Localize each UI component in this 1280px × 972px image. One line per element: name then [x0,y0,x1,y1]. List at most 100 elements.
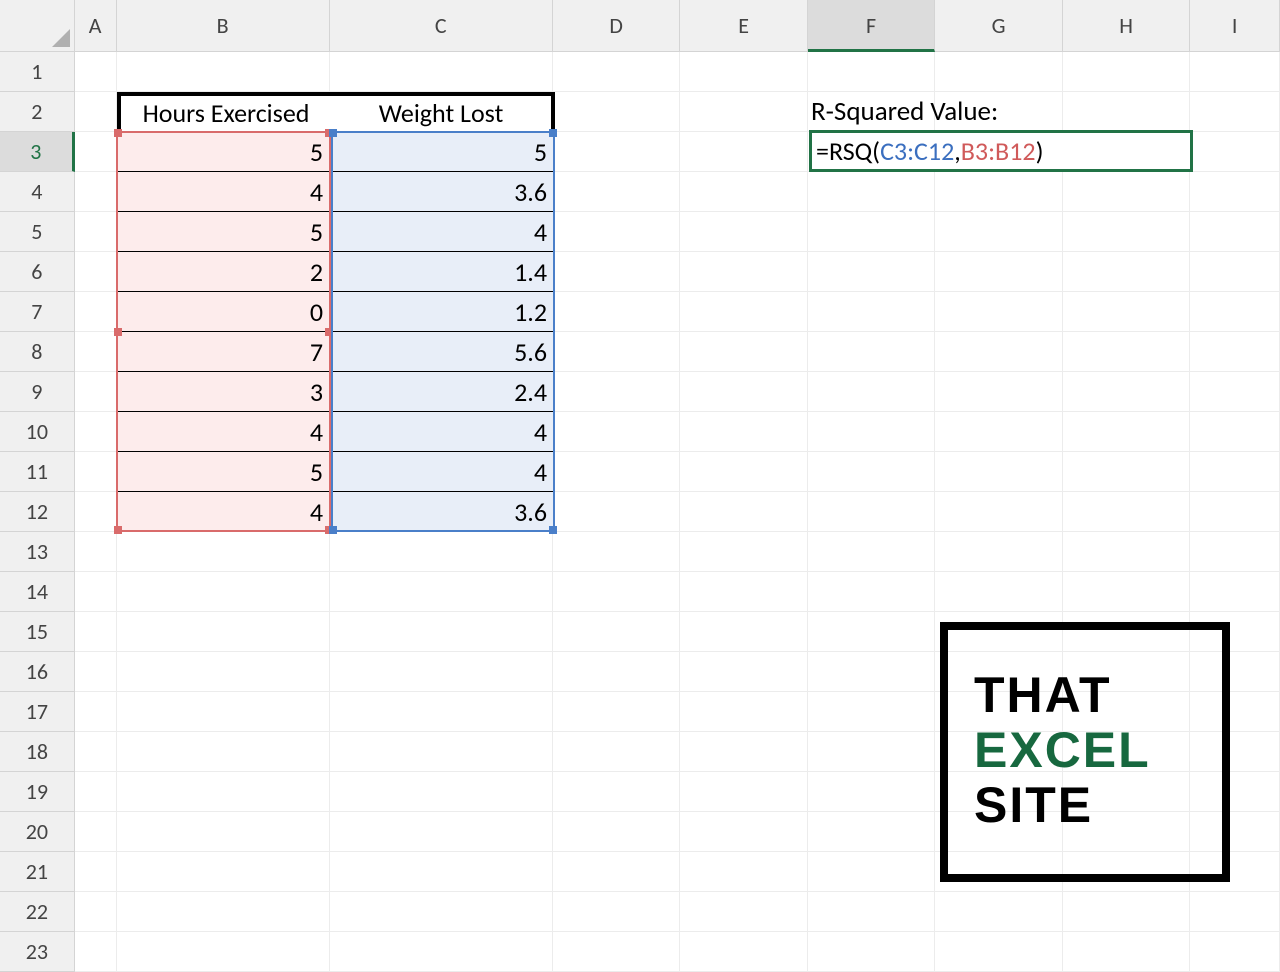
cell[interactable] [553,172,681,212]
cell[interactable] [553,52,681,92]
cell[interactable] [935,572,1063,612]
cell[interactable] [117,612,330,652]
cell-hours-4[interactable]: 4 [117,172,331,212]
row-header-19[interactable]: 19 [0,772,75,812]
cell[interactable] [330,692,553,732]
cell[interactable] [680,892,808,932]
cell[interactable] [1063,892,1191,932]
col-header-B[interactable]: B [117,0,330,52]
cell[interactable] [553,252,681,292]
cell-weight-8[interactable]: 5.6 [331,332,555,372]
col-header-A[interactable]: A [75,0,117,52]
cell-hours-7[interactable]: 0 [117,292,331,332]
cell[interactable] [117,652,330,692]
cell[interactable] [1190,332,1280,372]
cell[interactable] [75,212,117,252]
cell[interactable] [808,612,936,652]
cell[interactable] [935,332,1063,372]
cell-weight-5[interactable]: 4 [331,212,555,252]
cell[interactable] [1063,932,1191,972]
cell[interactable] [75,732,117,772]
row-header-1[interactable]: 1 [0,52,75,92]
cell[interactable] [117,892,330,932]
cell[interactable] [808,412,936,452]
cell[interactable] [808,452,936,492]
col-header-I[interactable]: I [1190,0,1280,52]
cell[interactable] [808,772,936,812]
cell[interactable] [553,732,681,772]
cell[interactable] [680,572,808,612]
cell[interactable] [553,452,681,492]
row-header-10[interactable]: 10 [0,412,75,452]
cell-hours-3[interactable]: 5 [117,132,331,172]
cell[interactable] [1063,492,1191,532]
cell[interactable] [935,372,1063,412]
cell[interactable] [553,532,681,572]
cell[interactable] [1190,532,1280,572]
cell[interactable] [808,732,936,772]
cell[interactable] [75,892,117,932]
cell[interactable] [75,572,117,612]
row-header-11[interactable]: 11 [0,452,75,492]
cell[interactable] [75,612,117,652]
cell[interactable] [1063,572,1191,612]
cell[interactable] [75,452,117,492]
col-header-H[interactable]: H [1063,0,1191,52]
cell[interactable] [808,532,936,572]
cell[interactable] [680,332,808,372]
cell[interactable] [808,572,936,612]
cell[interactable] [117,772,330,812]
cell[interactable] [553,132,681,172]
cell[interactable] [1063,332,1191,372]
cell[interactable] [75,852,117,892]
cell-hours-10[interactable]: 4 [117,412,331,452]
cell[interactable] [680,412,808,452]
row-header-3[interactable]: 3 [0,132,75,172]
cell[interactable] [808,172,936,212]
cell[interactable] [1190,492,1280,532]
cell[interactable] [117,932,330,972]
cell[interactable] [75,692,117,732]
cell[interactable] [330,732,553,772]
row-header-17[interactable]: 17 [0,692,75,732]
row-header-9[interactable]: 9 [0,372,75,412]
cell[interactable] [1190,292,1280,332]
cell[interactable] [680,92,808,132]
cell-weight-7[interactable]: 1.2 [331,292,555,332]
cell[interactable] [1063,452,1191,492]
cell[interactable] [680,452,808,492]
cell[interactable] [553,372,681,412]
active-cell-F3[interactable]: =RSQ(C3:C12,B3:B12) [809,130,1193,172]
cell[interactable] [680,372,808,412]
cell[interactable] [808,932,936,972]
cell[interactable] [808,652,936,692]
cell[interactable] [935,492,1063,532]
row-header-12[interactable]: 12 [0,492,75,532]
cell-hours-6[interactable]: 2 [117,252,331,292]
cell[interactable] [1190,452,1280,492]
cell[interactable] [1190,212,1280,252]
cell[interactable] [75,332,117,372]
cell[interactable] [1190,572,1280,612]
cell[interactable] [117,852,330,892]
cell[interactable] [935,212,1063,252]
cell[interactable] [75,372,117,412]
row-header-16[interactable]: 16 [0,652,75,692]
cell[interactable] [553,892,681,932]
cell[interactable] [75,92,117,132]
cell[interactable] [553,652,681,692]
col-header-G[interactable]: G [935,0,1063,52]
cell[interactable] [680,252,808,292]
cell[interactable] [75,492,117,532]
cell[interactable] [680,132,808,172]
cell[interactable] [808,692,936,732]
row-header-5[interactable]: 5 [0,212,75,252]
cell[interactable] [1190,932,1280,972]
cell[interactable] [935,532,1063,572]
cell[interactable] [117,732,330,772]
cell[interactable] [553,812,681,852]
cell[interactable] [553,852,681,892]
cell[interactable] [75,412,117,452]
cell[interactable] [935,932,1063,972]
cell[interactable] [1063,212,1191,252]
